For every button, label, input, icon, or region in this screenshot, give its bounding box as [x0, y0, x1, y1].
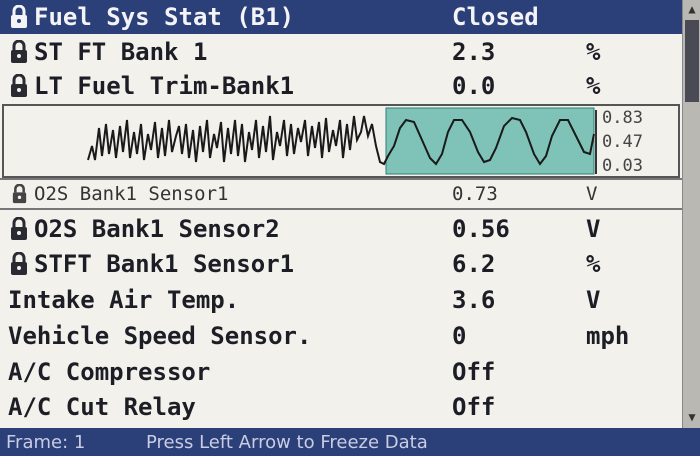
- pid-unit: V: [586, 183, 598, 205]
- lock-icon[interactable]: [4, 214, 34, 244]
- lock-icon[interactable]: [4, 2, 34, 32]
- pid-row-ac-cut-relay[interactable]: A/C Cut Relay Off: [0, 389, 682, 425]
- pid-row-lt-fuel-trim-bank1[interactable]: LT Fuel Trim-Bank1 0.0 %: [0, 68, 682, 104]
- pid-unit: V: [586, 286, 601, 314]
- pid-row-stft-bank1-sensor1[interactable]: STFT Bank1 Sensor1 6.2 %: [0, 246, 682, 282]
- pid-unit: %: [586, 250, 601, 278]
- o2-sensor-graph: 0.83 0.47 0.03: [2, 104, 680, 178]
- pid-value: 0: [452, 322, 467, 350]
- pid-label: STFT Bank1 Sensor1: [34, 250, 295, 278]
- lock-icon[interactable]: [4, 179, 34, 209]
- scan-tool-screen: Fuel Sys Stat (B1) Closed ST FT Bank 1 2…: [0, 0, 700, 456]
- pid-row-vehicle-speed-sensor[interactable]: Vehicle Speed Sensor. 0 mph: [0, 318, 682, 354]
- lock-icon[interactable]: [4, 71, 34, 101]
- pid-label: Vehicle Speed Sensor.: [8, 322, 312, 350]
- pid-row-intake-air-temp[interactable]: Intake Air Temp. 3.6 V: [0, 282, 682, 318]
- pid-label: O2S Bank1 Sensor2: [34, 215, 280, 243]
- pid-row-o2s-bank1-sensor2[interactable]: O2S Bank1 Sensor2 0.56 V: [0, 211, 682, 247]
- graph-highlight-region: [385, 107, 595, 175]
- pid-row-o2s-bank1-sensor1[interactable]: O2S Bank1 Sensor1 0.73 V: [0, 178, 682, 210]
- pid-unit: mph: [586, 322, 630, 350]
- pid-label: A/C Cut Relay: [8, 393, 196, 421]
- pid-value: Closed: [452, 3, 539, 31]
- graph-scale-min: 0.03: [602, 156, 643, 176]
- pid-value: 3.6: [452, 286, 496, 314]
- pid-row-ac-compressor[interactable]: A/C Compressor Off: [0, 354, 682, 390]
- scroll-down-arrow-icon[interactable]: ▼: [685, 410, 699, 424]
- pid-unit: V: [586, 215, 601, 243]
- graph-scale-mid: 0.47: [602, 132, 643, 152]
- status-message: Press Left Arrow to Freeze Data: [146, 431, 428, 453]
- pid-value: 0.0: [452, 72, 496, 100]
- pid-label: O2S Bank1 Sensor1: [34, 183, 229, 205]
- pid-value: Off: [452, 393, 496, 421]
- pid-label: ST FT Bank 1: [34, 38, 208, 66]
- pid-label: Intake Air Temp.: [8, 286, 240, 314]
- graph-scale-max: 0.83: [602, 108, 643, 128]
- pid-row-st-ft-bank1[interactable]: ST FT Bank 1 2.3 %: [0, 34, 682, 70]
- scroll-up-arrow-icon[interactable]: ▲: [685, 2, 699, 16]
- lock-icon[interactable]: [4, 249, 34, 279]
- pid-value: Off: [452, 358, 496, 386]
- pid-row-fuel-sys-stat[interactable]: Fuel Sys Stat (B1) Closed: [0, 0, 682, 34]
- graph-canvas: [87, 107, 597, 175]
- pid-unit: %: [586, 38, 601, 66]
- frame-counter: Frame: 1: [6, 431, 86, 453]
- pid-unit: %: [586, 72, 601, 100]
- status-bar: Frame: 1 Press Left Arrow to Freeze Data: [0, 428, 700, 456]
- pid-value: 0.73: [452, 183, 498, 205]
- lock-icon[interactable]: [4, 37, 34, 67]
- scrollbar-thumb[interactable]: [685, 20, 699, 102]
- pid-value: 6.2: [452, 250, 496, 278]
- pid-label: A/C Compressor: [8, 358, 211, 386]
- pid-value: 2.3: [452, 38, 496, 66]
- pid-value: 0.56: [452, 215, 510, 243]
- pid-label: LT Fuel Trim-Bank1: [34, 72, 295, 100]
- pid-label: Fuel Sys Stat (B1): [34, 3, 295, 31]
- scrollbar[interactable]: ▲ ▼: [682, 0, 700, 428]
